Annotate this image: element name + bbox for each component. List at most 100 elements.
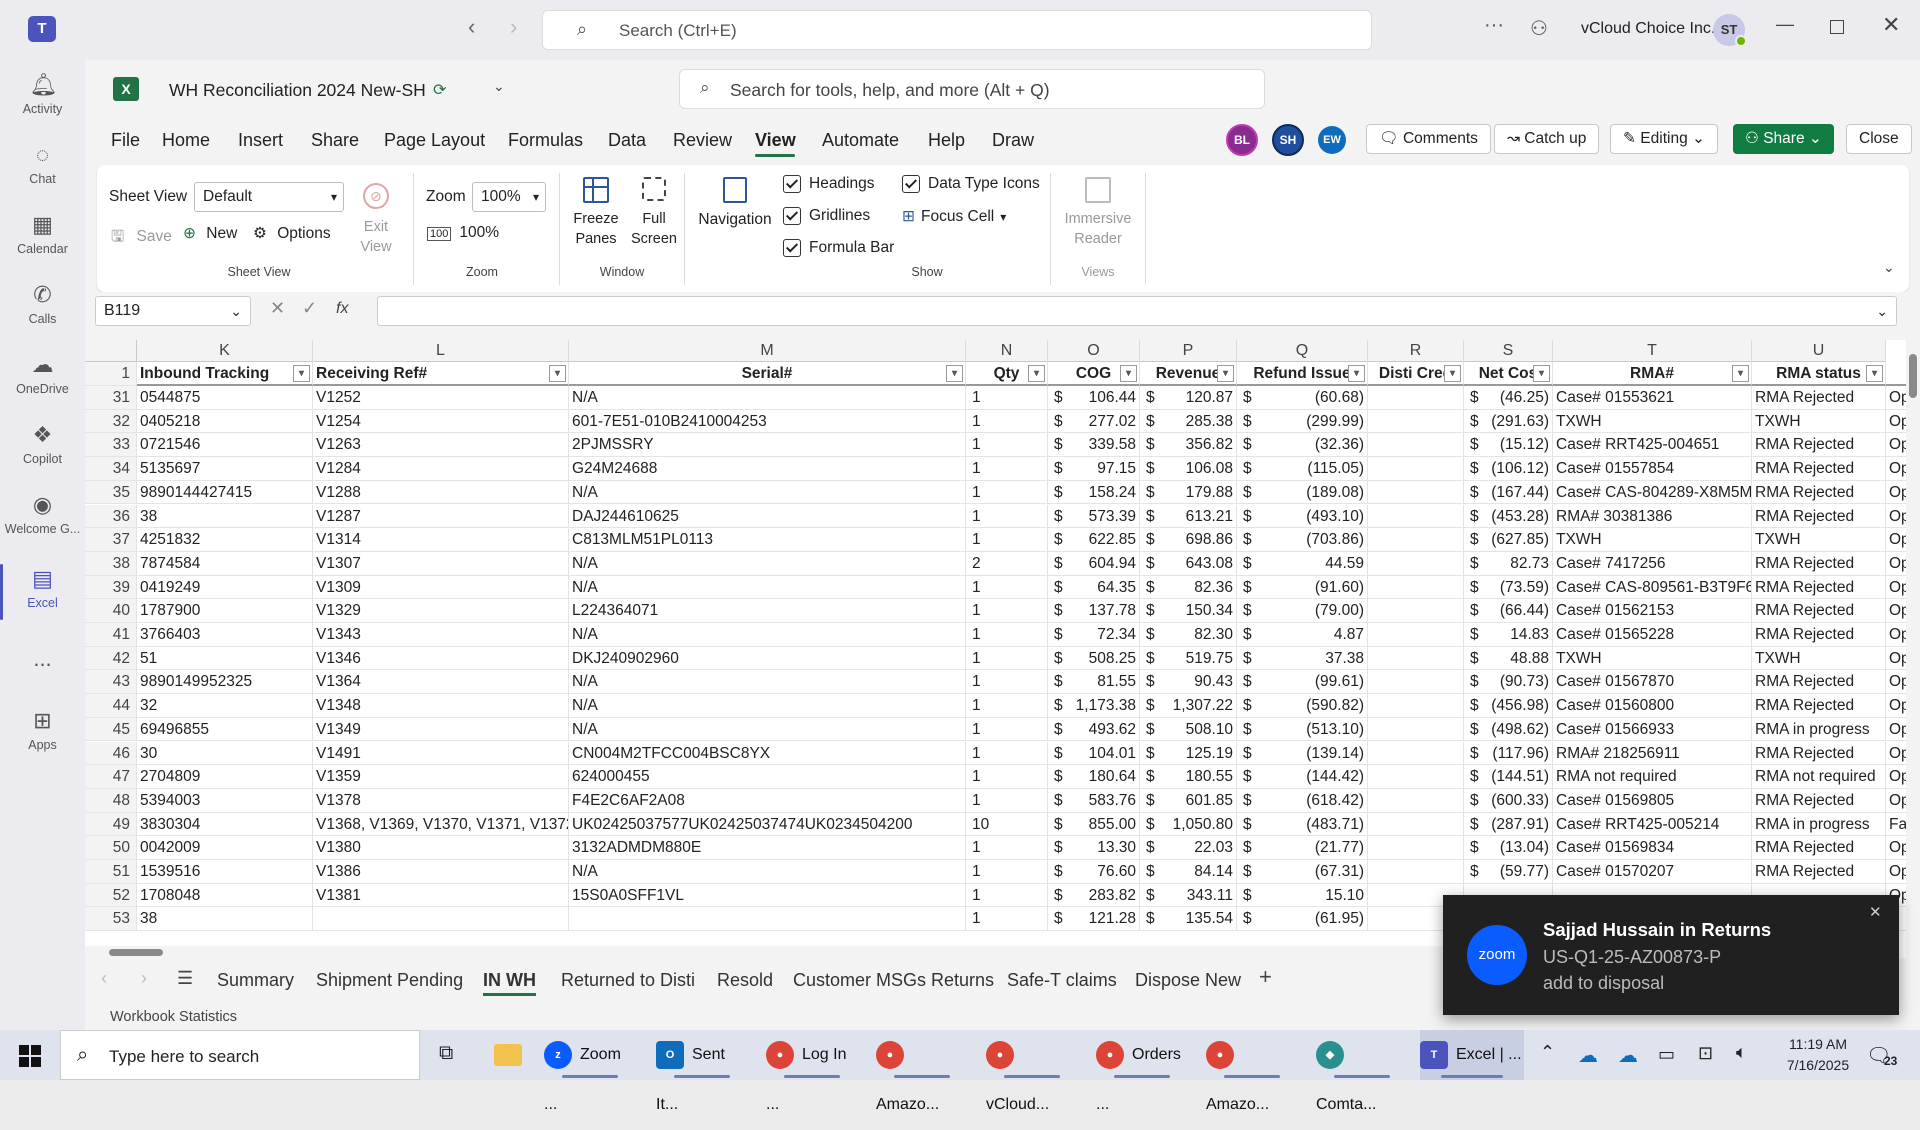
cell-t[interactable]: Case# 7417256 bbox=[1553, 551, 1752, 576]
cell-q[interactable]: $ (299.99) bbox=[1237, 409, 1368, 434]
cell-k[interactable]: 38 bbox=[137, 504, 313, 529]
cell-m[interactable]: N/A bbox=[569, 694, 966, 718]
cell-l[interactable]: V1348 bbox=[313, 694, 569, 718]
share-button[interactable]: ⚇ Share ⌄ bbox=[1733, 124, 1834, 154]
cell-o[interactable]: $180.64 bbox=[1048, 765, 1140, 789]
cell-m[interactable] bbox=[569, 907, 966, 932]
cell-o[interactable]: $583.76 bbox=[1048, 788, 1140, 813]
cell-p[interactable]: $22.03 bbox=[1140, 836, 1237, 860]
rail-more[interactable]: ... bbox=[0, 640, 85, 704]
close-window-icon[interactable]: ✕ bbox=[1882, 12, 1900, 38]
show-hidden-icons[interactable]: ⌃ bbox=[1540, 1042, 1555, 1063]
cell-n[interactable]: 1 bbox=[966, 623, 1048, 647]
cell-l[interactable]: V1252 bbox=[313, 386, 569, 410]
column-header-t[interactable]: T bbox=[1553, 340, 1752, 362]
cell-p[interactable]: $343.11 bbox=[1140, 883, 1237, 908]
battery-icon[interactable]: ▭ bbox=[1658, 1044, 1675, 1065]
cell-r[interactable] bbox=[1368, 551, 1464, 576]
column-header-m[interactable]: M bbox=[569, 340, 966, 362]
tools-search-box[interactable]: ⌕ Search for tools, help, and more (Alt … bbox=[679, 69, 1265, 109]
cell-l[interactable]: V1343 bbox=[313, 623, 569, 647]
cell-q[interactable]: $ (32.36) bbox=[1237, 433, 1368, 458]
cell-u[interactable]: RMA not required bbox=[1752, 765, 1886, 789]
cell-s[interactable]: $48.88 bbox=[1464, 646, 1553, 671]
filter-dropdown-icon[interactable]: ▾ bbox=[293, 365, 310, 382]
row-header[interactable]: 31 bbox=[85, 386, 137, 410]
cell-l[interactable]: V1254 bbox=[313, 409, 569, 434]
cell-o[interactable]: $81.55 bbox=[1048, 670, 1140, 695]
cell-o[interactable]: $855.00 bbox=[1048, 812, 1140, 837]
cell-k[interactable]: 1787900 bbox=[137, 599, 313, 623]
cell-m[interactable]: 624000455 bbox=[569, 765, 966, 789]
cell-n[interactable]: 1 bbox=[966, 504, 1048, 529]
cell-q[interactable]: $15.10 bbox=[1237, 883, 1368, 908]
cell-o[interactable]: $339.58 bbox=[1048, 433, 1140, 458]
zoom-notification-toast[interactable]: zoom Sajjad Hussain in Returns US-Q1-25-… bbox=[1443, 895, 1899, 1015]
cell-u[interactable]: RMA Rejected bbox=[1752, 480, 1886, 505]
cell-l[interactable]: V1380 bbox=[313, 836, 569, 860]
cell-t[interactable]: Case# CAS-804289-X8M5M5 bbox=[1553, 480, 1752, 505]
name-box[interactable]: B119 ⌄ bbox=[95, 296, 251, 326]
cell-m[interactable]: N/A bbox=[569, 480, 966, 505]
cell-t[interactable]: Case# 01567870 bbox=[1553, 670, 1752, 695]
cell-s[interactable]: $ (59.77) bbox=[1464, 860, 1553, 884]
rail-onedrive[interactable]: ☁ OneDrive bbox=[0, 346, 85, 410]
headings-checkbox[interactable]: Headings bbox=[783, 175, 875, 193]
cell-l[interactable]: V1364 bbox=[313, 670, 569, 695]
table-header-q[interactable]: Refund Issue ▾ bbox=[1237, 362, 1368, 386]
row-header[interactable]: 42 bbox=[85, 646, 137, 671]
cell-n[interactable]: 1 bbox=[966, 860, 1048, 884]
cell-n[interactable]: 1 bbox=[966, 528, 1048, 552]
cell-n[interactable]: 10 bbox=[966, 812, 1048, 837]
cell-r[interactable] bbox=[1368, 623, 1464, 647]
column-header-r[interactable]: R bbox=[1368, 340, 1464, 362]
cell-t[interactable]: Case# CAS-809561-B3T9F6-1 bbox=[1553, 575, 1752, 600]
select-all-corner[interactable] bbox=[85, 340, 137, 362]
cell-u[interactable]: RMA Rejected bbox=[1752, 623, 1886, 647]
cell-s[interactable]: $ (66.44) bbox=[1464, 599, 1553, 623]
cell-k[interactable]: 0042009 bbox=[137, 836, 313, 860]
cell-n[interactable]: 1 bbox=[966, 717, 1048, 742]
save-view-button[interactable]: 🖫︎ Save bbox=[111, 224, 172, 251]
column-header-l[interactable]: L bbox=[313, 340, 569, 362]
cell-p[interactable]: $1,307.22 bbox=[1140, 694, 1237, 718]
cell-o[interactable]: $283.82 bbox=[1048, 883, 1140, 908]
cell-k[interactable]: 0405218 bbox=[137, 409, 313, 434]
cell-s[interactable]: $ (167.44) bbox=[1464, 480, 1553, 505]
taskbar-app-chrome-4[interactable]: ● Orders ... bbox=[1096, 1030, 1188, 1113]
column-header-o[interactable]: O bbox=[1048, 340, 1140, 362]
formula-input[interactable]: ⌄ bbox=[377, 296, 1897, 326]
rail-calls[interactable]: ✆ Calls bbox=[0, 276, 85, 340]
cell-l[interactable]: V1288 bbox=[313, 480, 569, 505]
cell-u[interactable]: RMA Rejected bbox=[1752, 386, 1886, 410]
cell-o[interactable]: $121.28 bbox=[1048, 907, 1140, 932]
cell-k[interactable]: 38 bbox=[137, 907, 313, 932]
confirm-entry-icon[interactable]: ✓ bbox=[302, 298, 317, 319]
row-header[interactable]: 40 bbox=[85, 599, 137, 623]
cell-l[interactable]: V1349 bbox=[313, 717, 569, 742]
cell-k[interactable]: 1539516 bbox=[137, 860, 313, 884]
tab-returned-to-disti[interactable]: Returned to Disti bbox=[561, 958, 695, 1002]
cell-u[interactable]: RMA Rejected bbox=[1752, 504, 1886, 529]
cell-n[interactable]: 1 bbox=[966, 883, 1048, 908]
cell-p[interactable]: $179.88 bbox=[1140, 480, 1237, 505]
cell-m[interactable]: DKJ240902960 bbox=[569, 646, 966, 671]
exit-view-button[interactable]: Exit View bbox=[353, 217, 399, 257]
cell-r[interactable] bbox=[1368, 386, 1464, 410]
cell-o[interactable]: $277.02 bbox=[1048, 409, 1140, 434]
menu-data[interactable]: Data bbox=[608, 130, 646, 151]
cell-o[interactable]: $13.30 bbox=[1048, 836, 1140, 860]
cell-o[interactable]: $64.35 bbox=[1048, 575, 1140, 600]
column-header-u[interactable]: U bbox=[1752, 340, 1886, 362]
expand-formula-icon[interactable]: ⌄ bbox=[1876, 297, 1888, 325]
minimize-icon[interactable]: — bbox=[1776, 14, 1794, 35]
cell-q[interactable]: $ (21.77) bbox=[1237, 836, 1368, 860]
cell-q[interactable]: $ (703.86) bbox=[1237, 528, 1368, 552]
cell-o[interactable]: $158.24 bbox=[1048, 480, 1140, 505]
all-sheets-menu-icon[interactable]: ☰ bbox=[177, 968, 193, 989]
cell-n[interactable]: 1 bbox=[966, 788, 1048, 813]
restore-icon[interactable] bbox=[1830, 20, 1844, 34]
cell-n[interactable]: 1 bbox=[966, 409, 1048, 434]
cell-l[interactable]: V1309 bbox=[313, 575, 569, 600]
rail-calendar[interactable]: ▦ Calendar bbox=[0, 206, 85, 270]
